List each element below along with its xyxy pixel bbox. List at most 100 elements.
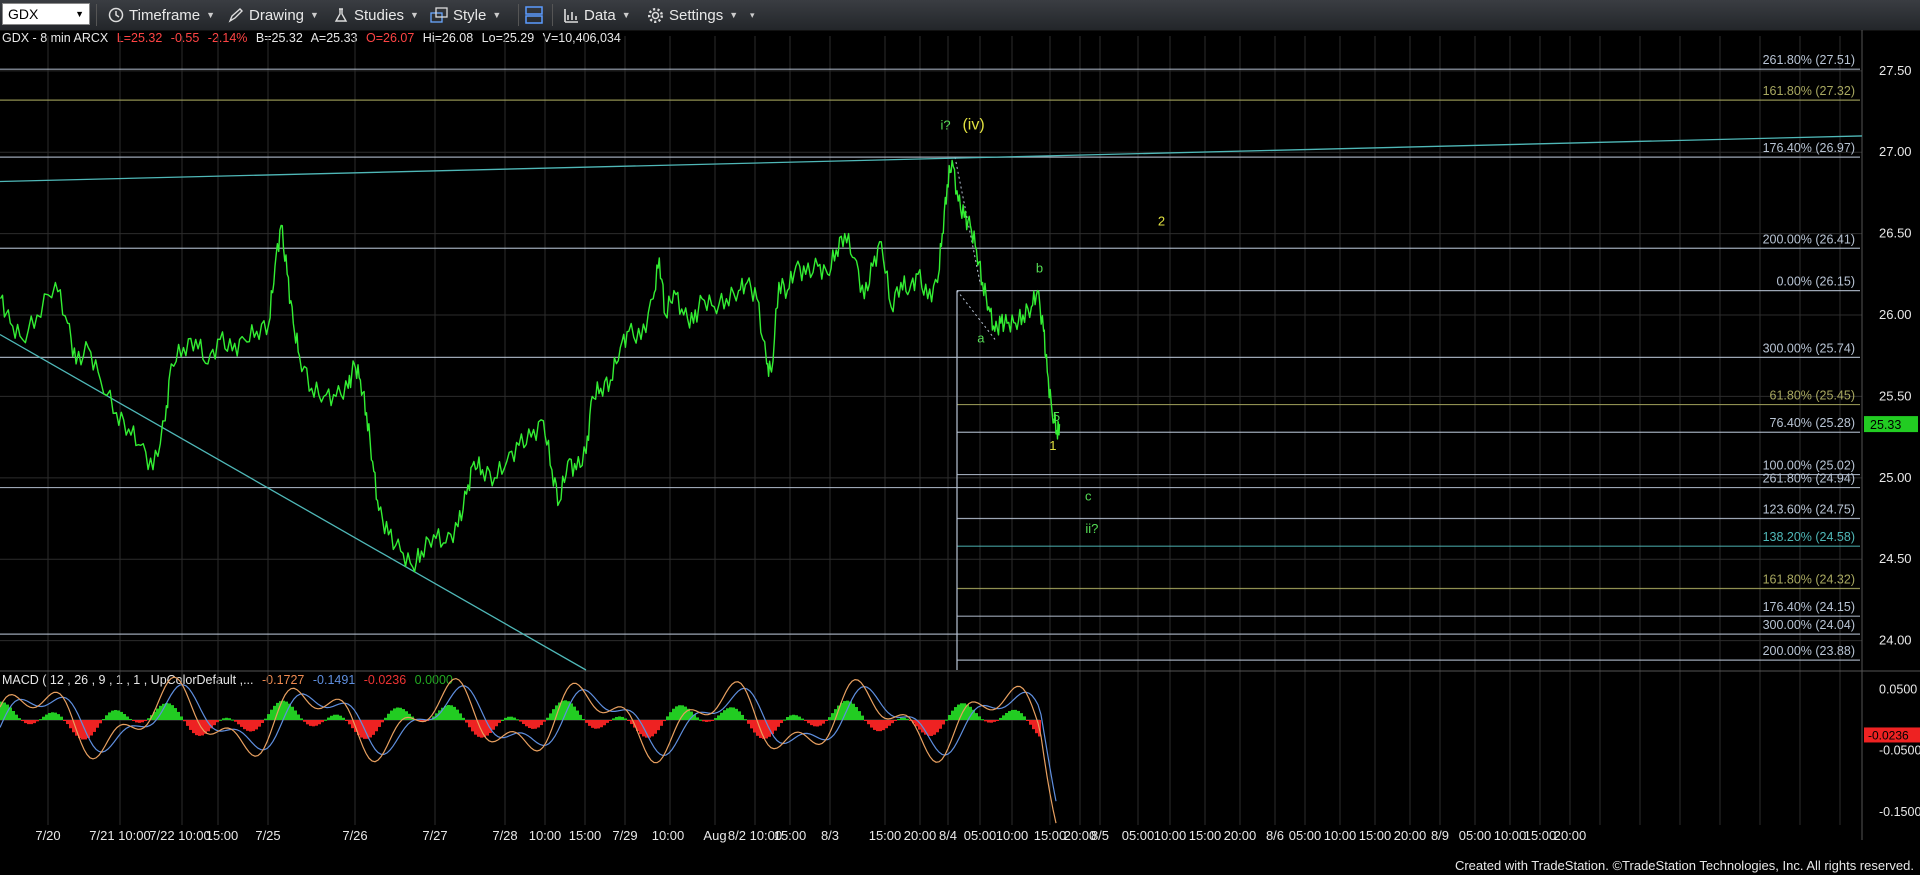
fib-dashed-line [954,157,981,283]
macd-histogram-bar [138,720,141,723]
price-chart[interactable]: 261.80% (27.51)161.80% (27.32)176.40% (2… [0,30,1920,858]
macd-histogram-bar [786,717,789,720]
time-axis-tick: 20:00 [904,828,937,843]
macd-histogram-bar [879,720,882,732]
macd-histogram-bar [726,708,729,720]
data-label: Data [584,6,616,24]
data-button[interactable]: Data ▼ [563,0,631,30]
chevron-down-icon: ▼ [310,10,319,20]
macd-histogram-bar [720,712,723,720]
fib-level-label: 0.00% (26.15) [1776,275,1855,289]
macd-histogram-bar [1002,715,1005,720]
macd-axis-tick: -0.1500 [1879,805,1920,819]
macd-histogram-bar [708,720,711,722]
macd-histogram-bar [828,717,831,720]
macd-histogram-bar [1026,720,1029,721]
macd-histogram-bar [45,714,48,720]
macd-histogram-bar [399,707,402,720]
macd-histogram-bar [516,719,519,721]
macd-histogram-bar [186,720,189,726]
macd-histogram-bar [135,720,138,723]
macd-histogram-bar [93,720,96,732]
macd-histogram-bar [885,720,888,729]
macd-histogram-bar [585,720,588,723]
timeframe-button[interactable]: Timeframe ▼ [108,0,215,30]
macd-histogram-bar [594,720,597,729]
macd-histogram-bar [822,720,825,724]
macd-histogram-bar [522,720,525,725]
macd-histogram-bar [774,720,777,731]
wave-label: c [1085,489,1092,504]
macd-histogram-bar [750,720,753,729]
time-axis-tick: 15:00 [869,828,902,843]
macd-histogram-bar [864,720,867,721]
macd-histogram-bar [306,720,309,725]
macd-histogram-bar [222,718,225,720]
macd-histogram-bar [294,710,297,720]
macd-histogram-bar [339,715,342,720]
macd-histogram-bar [717,715,720,720]
toolbar-overflow-button[interactable]: ▾ [744,0,755,30]
macd-histogram-bar [123,714,126,720]
macd-histogram-bar [900,717,903,720]
macd-histogram-bar [948,714,951,720]
macd-histogram-bar [312,720,315,727]
macd-histogram-bar [33,720,36,724]
macd-histogram-bar [804,720,807,721]
price-axis-tick: 26.00 [1879,307,1912,322]
macd-histogram-bar [501,719,504,721]
macd-histogram-bar [624,718,627,720]
macd-histogram-bar [528,720,531,729]
time-axis-tick: 7/28 [492,828,517,843]
fib-level-label: 176.40% (24.15) [1763,600,1855,614]
macd-histogram-bar [54,712,57,720]
macd-histogram-bar [945,719,948,721]
drawing-button[interactable]: Drawing ▼ [228,0,319,30]
symbol-dropdown-icon[interactable]: ▼ [75,9,84,19]
macd-histogram-bar [15,714,18,720]
macd-histogram-bar [675,706,678,720]
macd-histogram-bar [348,720,351,725]
macd-histogram-bar [540,720,543,726]
macd-histogram-bar [291,706,294,720]
macd-value-label: -0.0236 [1868,728,1909,742]
price-axis-tick: 24.00 [1879,633,1912,648]
settings-button[interactable]: Settings ▼ [647,0,738,30]
macd-histogram-bar [801,718,804,720]
macd-histogram-bar [102,719,105,721]
time-axis-tick: 20:00 [1554,828,1587,843]
macd-histogram-bar [990,720,993,723]
macd-histogram-bar [459,713,462,720]
macd-histogram-bar [699,719,702,721]
macd-histogram-bar [669,712,672,720]
macd-histogram-bar [141,720,144,723]
macd-histogram-bar [144,720,147,721]
macd-histogram-bar [324,719,327,721]
macd-histogram-bar [267,714,270,720]
style-button[interactable]: Style ▼ [430,0,501,30]
macd-histogram-bar [861,715,864,720]
macd-histogram-bar [663,720,666,722]
symbol-value: GDX [8,6,39,22]
macd-histogram-bar [729,707,732,720]
macd-histogram-bar [903,717,906,720]
macd-histogram-bar [465,720,468,723]
macd-histogram-bar [375,720,378,732]
symbol-input[interactable]: GDX ▼ [2,3,90,25]
macd-histogram-bar [579,714,582,720]
macd-histogram-bar [573,706,576,720]
studies-button[interactable]: Studies ▼ [333,0,419,30]
macd-histogram-bar [795,715,798,720]
fib-level-label: 176.40% (26.97) [1763,141,1855,155]
macd-histogram-bar [510,716,513,720]
macd-histogram-bar [330,715,333,720]
layout-button[interactable] [524,0,549,30]
wave-label: 2 [1158,213,1165,228]
time-axis-tick: 10:00 [1324,828,1357,843]
macd-histogram-bar [975,713,978,720]
macd-histogram-bar [987,720,990,723]
macd-histogram-bar [255,720,258,730]
fib-level-label: 100.00% (25.02) [1763,459,1855,473]
macd-histogram-bar [546,717,549,720]
time-axis-tick: 10:00 [996,828,1029,843]
